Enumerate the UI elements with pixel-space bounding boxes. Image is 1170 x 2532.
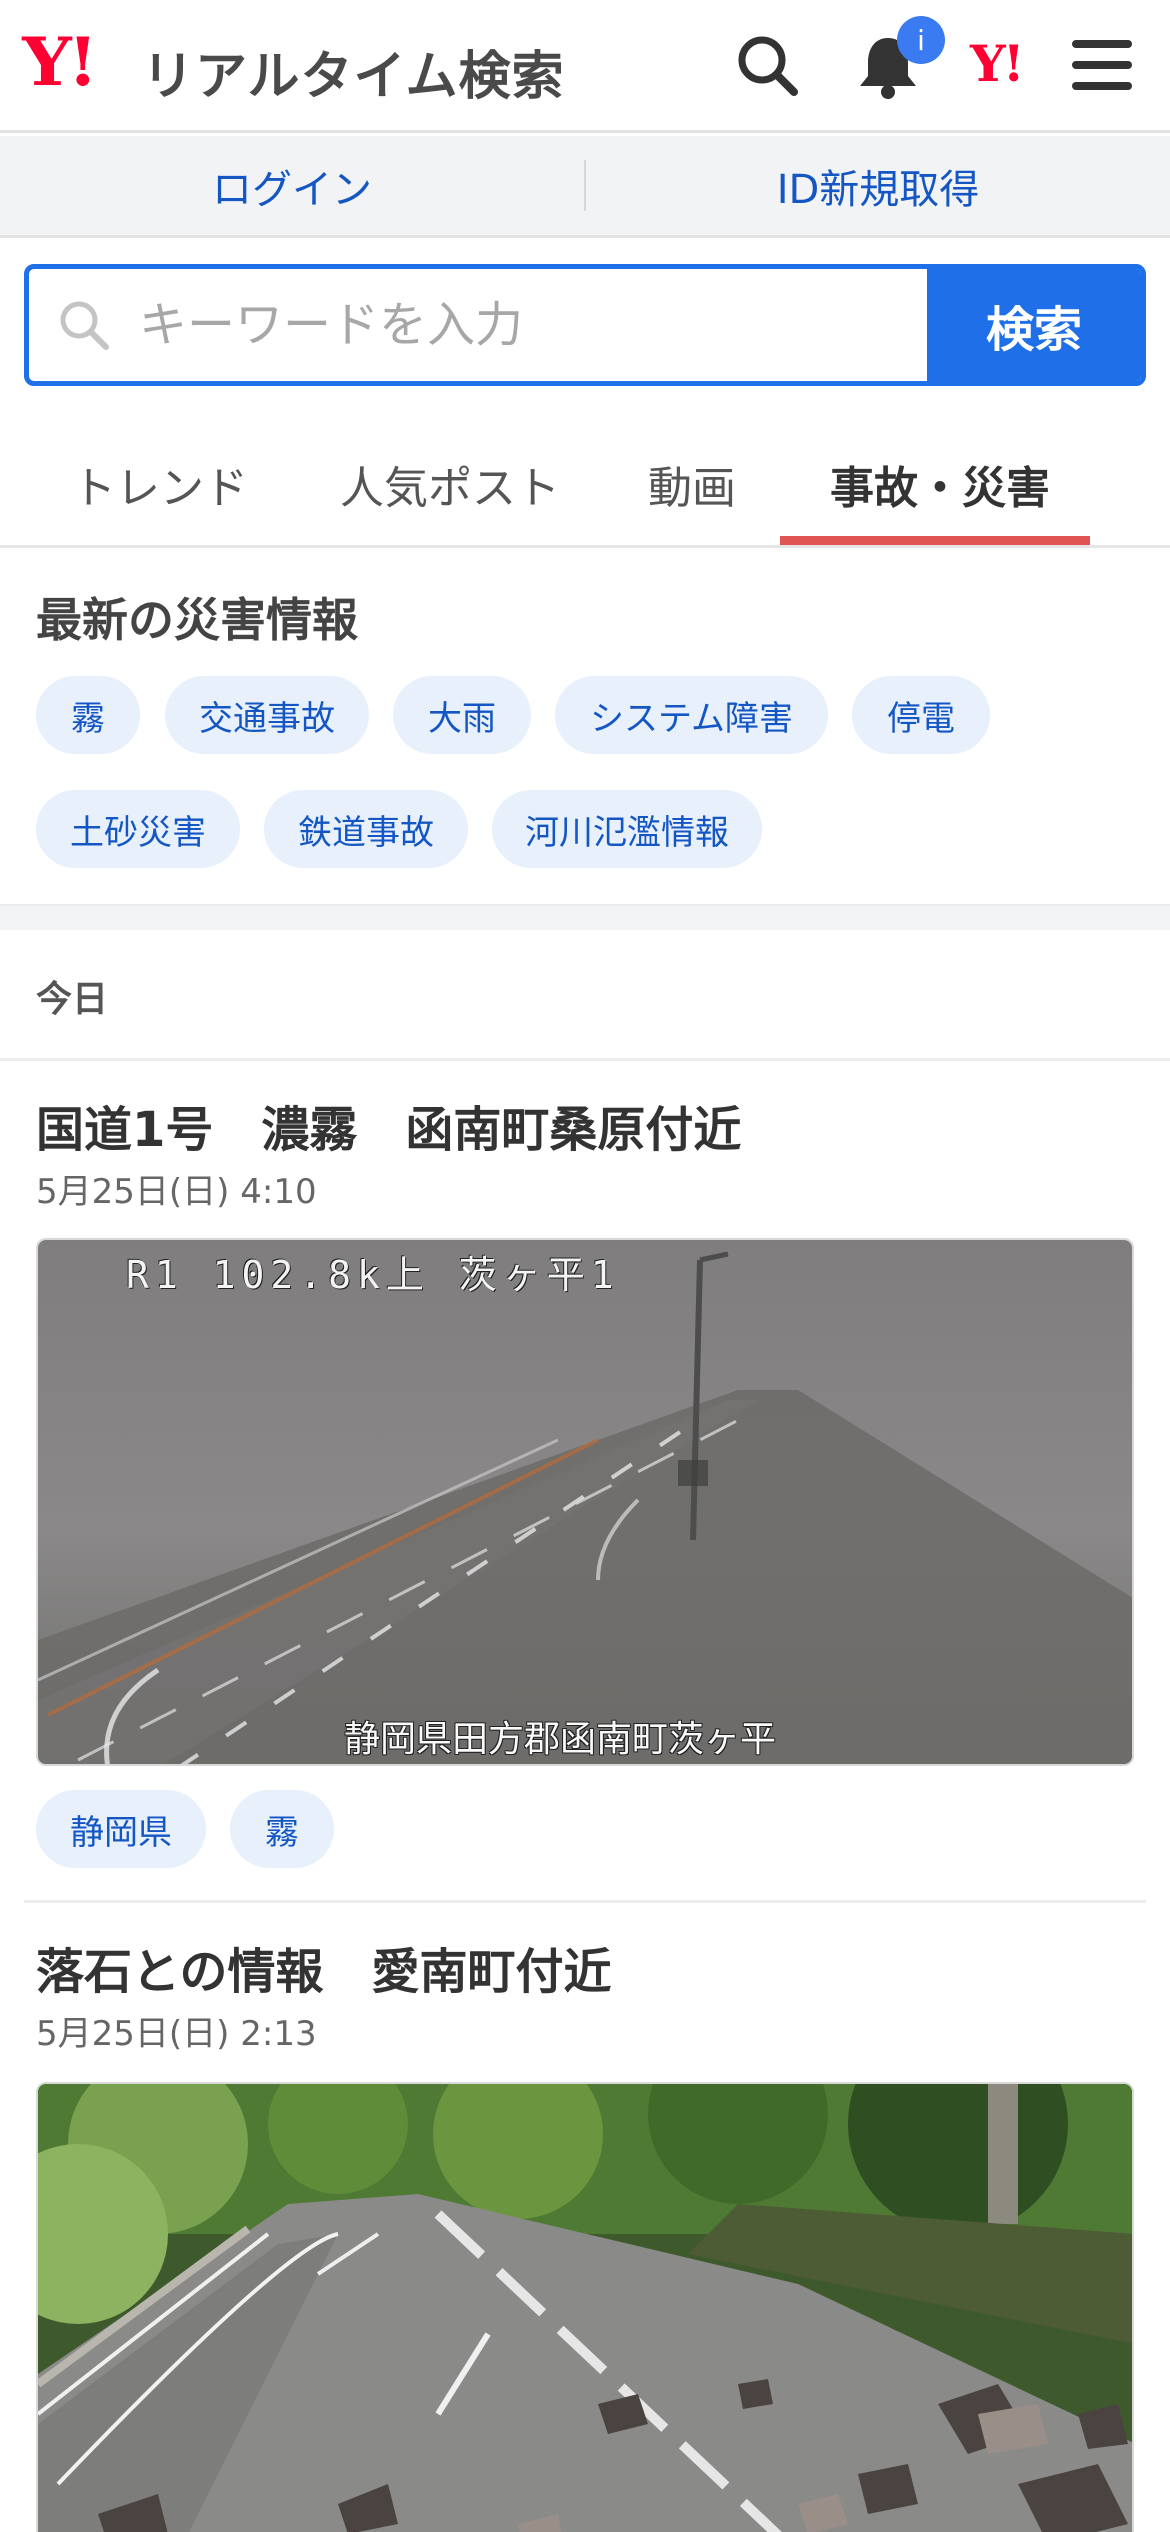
tag-chip[interactable]: 大雨: [393, 676, 531, 754]
tab-trend[interactable]: トレンド: [72, 452, 248, 516]
login-link[interactable]: ログイン: [0, 136, 584, 235]
fog-road-scene: [38, 1240, 1132, 1764]
post-timestamp: 5月25日(日) 4:10: [36, 1172, 317, 1212]
yahoo-logo[interactable]: Y!: [22, 23, 98, 101]
yahoo-logo-icon[interactable]: Y!: [970, 34, 1025, 93]
notification-badge: i: [897, 16, 945, 64]
post-title[interactable]: 落石との情報 愛南町付近: [36, 1932, 612, 2002]
post-title[interactable]: 国道1号 濃霧 函南町桑原付近: [36, 1090, 741, 1160]
post-tag-chip[interactable]: 静岡県: [36, 1790, 206, 1868]
tab-popular-posts[interactable]: 人気ポスト: [340, 452, 560, 516]
search-input[interactable]: [139, 269, 927, 381]
date-header: 今日: [36, 979, 109, 1020]
service-title[interactable]: リアルタイム検索: [142, 34, 564, 109]
tag-chip[interactable]: 霧: [36, 676, 140, 754]
tag-chip[interactable]: 停電: [852, 676, 990, 754]
yahoo-logo-mark: Y!: [22, 23, 98, 101]
signup-link[interactable]: ID新規取得: [586, 136, 1170, 235]
app-header: Y! リアルタイム検索 i Y!: [0, 0, 1170, 133]
tag-chip[interactable]: 交通事故: [165, 676, 369, 754]
category-tabs: トレンド 人気ポスト 動画 事故・災害: [0, 418, 1170, 548]
tag-chip[interactable]: 鉄道事故: [264, 790, 468, 868]
rockfall-road-scene: [38, 2084, 1132, 2532]
camera-caption-bottom: 静岡県田方郡函南町茨ヶ平: [344, 1719, 777, 1760]
search-button[interactable]: 検索: [927, 269, 1141, 381]
camera-caption-top: R1 102.8k上 茨ヶ平1: [126, 1253, 620, 1297]
post-image-fog-camera[interactable]: R1 102.8k上 茨ヶ平1 静岡県田方郡函南町茨ヶ平: [36, 1238, 1134, 1766]
magnifier-icon: [60, 301, 109, 350]
post-tag-chip[interactable]: 霧: [230, 1790, 334, 1868]
account-bar: ログイン ID新規取得: [0, 136, 1170, 238]
tag-chip[interactable]: 河川氾濫情報: [492, 790, 762, 868]
tab-videos[interactable]: 動画: [648, 452, 736, 516]
disaster-info-title: 最新の災害情報: [36, 593, 358, 647]
tab-accidents-disasters[interactable]: 事故・災害: [830, 452, 1050, 516]
search-field-icon: [29, 269, 139, 381]
section-separator: [0, 904, 1170, 930]
menu-icon[interactable]: [1066, 30, 1138, 102]
active-tab-indicator: [780, 536, 1090, 545]
divider: [0, 1058, 1170, 1061]
divider: [24, 1900, 1146, 1903]
tag-chip[interactable]: 土砂災害: [36, 790, 240, 868]
search-box: 検索: [24, 264, 1146, 386]
post-timestamp: 5月25日(日) 2:13: [36, 2014, 317, 2054]
post-image-rockfall[interactable]: [36, 2082, 1134, 2532]
tag-chip[interactable]: システム障害: [555, 676, 828, 754]
search-icon[interactable]: [732, 30, 804, 102]
